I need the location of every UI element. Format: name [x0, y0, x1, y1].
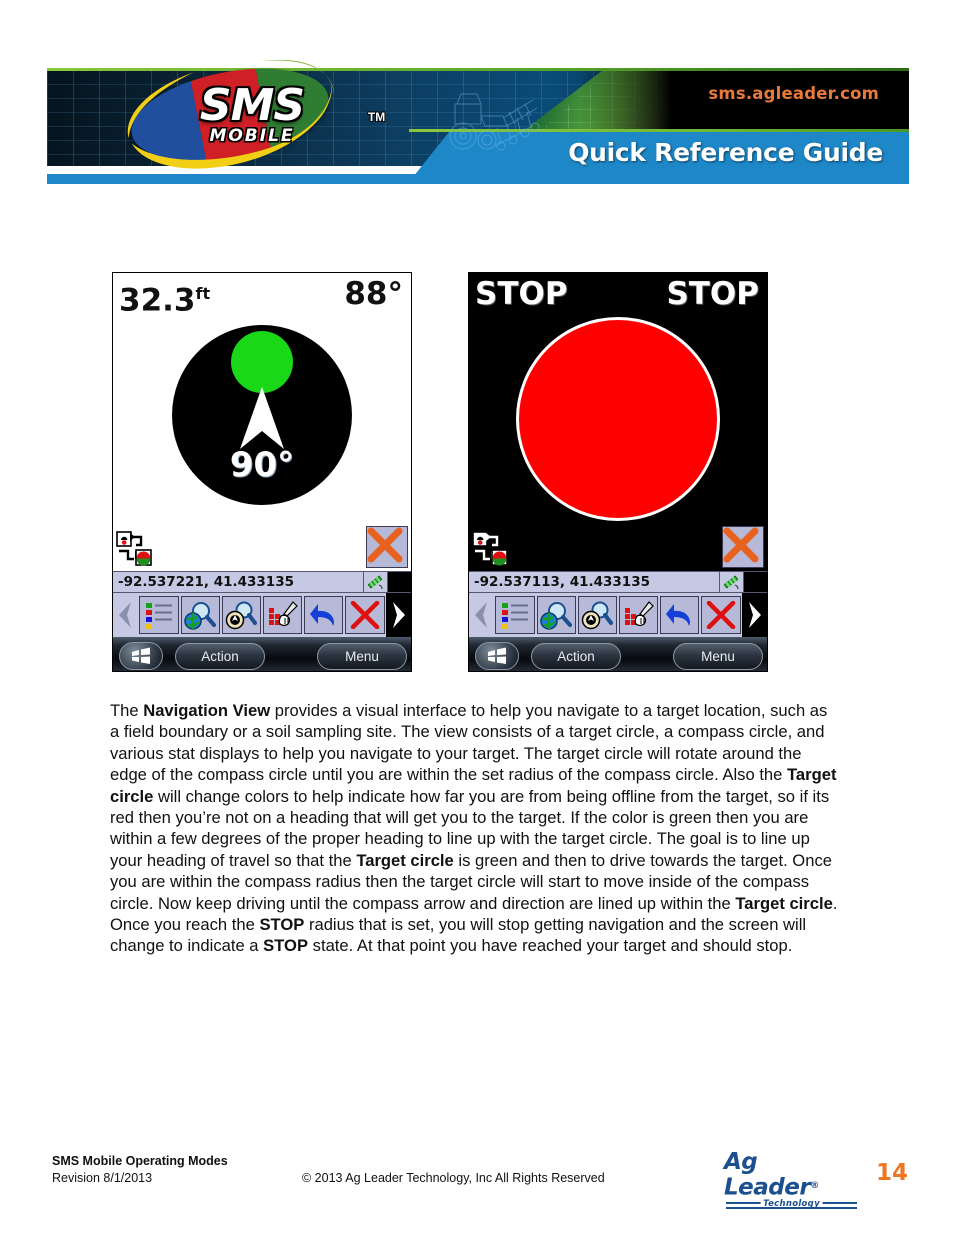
toolbar-prev-button[interactable] [469, 593, 495, 637]
toolbar-undo-button[interactable] [660, 596, 700, 634]
zoom-to-extent-icon [582, 601, 614, 630]
toolbar-next-button[interactable] [741, 593, 767, 637]
hill-shape-icon [391, 581, 408, 588]
legend-list-icon [146, 603, 173, 629]
toolbar-zoom-extent-button[interactable] [221, 596, 261, 634]
gps-coordinates: -92.537221, 41.433135 [118, 574, 294, 590]
legend-list-icon [502, 603, 529, 629]
swap-view-icon[interactable] [472, 531, 508, 567]
footer-document-title: SMS Mobile Operating Modes [52, 1154, 228, 1168]
satellite-icon [367, 575, 383, 590]
device-screenshot-stop: STOP STOP -92.537113, 41.433135 Action M… [468, 272, 768, 672]
page-header: SMS TM MOBILE sms.agleader.com Quick Ref… [47, 53, 909, 184]
header-website-url: sms.agleader.com [708, 84, 879, 103]
manual-point-icon [268, 601, 298, 627]
windows-logo-icon [488, 647, 506, 664]
ag-leader-logo-main: Ag Leader® [724, 1150, 859, 1199]
windows-mobile-taskbar: Action Menu [469, 637, 767, 671]
distance-unit: ft [195, 284, 211, 303]
registered-mark-icon: ® [810, 1181, 819, 1191]
toolbar-zoom-extent-button[interactable] [577, 596, 617, 634]
heading-readout: 90° [229, 445, 295, 485]
chevron-left-icon [119, 602, 132, 628]
bottom-toolbar [469, 593, 767, 637]
stop-readout-left: STOP [475, 276, 568, 312]
stop-target-circle [516, 317, 720, 521]
signal-status-cell[interactable] [743, 572, 767, 592]
logo-swoosh-icon [127, 59, 335, 169]
bottom-toolbar [113, 593, 411, 637]
toolbar-undo-button[interactable] [304, 596, 344, 634]
action-softkey[interactable]: Action [531, 642, 621, 670]
close-red-x-icon [706, 601, 736, 629]
page-footer: SMS Mobile Operating Modes Revision 8/1/… [0, 1150, 954, 1210]
chevron-right-icon [392, 602, 405, 628]
ag-leader-logo: Ag Leader® Technology [724, 1150, 859, 1210]
page-number: 14 [876, 1160, 909, 1186]
sms-mobile-logo: SMS TM MOBILE [102, 53, 385, 177]
undo-icon [665, 604, 690, 626]
description-paragraph: The Navigation View provides a visual in… [110, 701, 838, 956]
signal-status-cell[interactable] [387, 572, 411, 592]
close-screen-button[interactable] [366, 526, 408, 568]
close-red-x-icon [367, 527, 403, 563]
toolbar-legend-button[interactable] [495, 596, 535, 634]
toolbar-manual-point-button[interactable] [263, 596, 303, 634]
toolbar-next-button[interactable] [385, 593, 411, 637]
menu-softkey[interactable]: Menu [673, 642, 763, 670]
toolbar-zoom-world-button[interactable] [180, 596, 220, 634]
toolbar-zoom-world-button[interactable] [536, 596, 576, 634]
gps-status-cell[interactable] [363, 572, 387, 592]
compass-circle: 90° [172, 325, 352, 505]
hill-shape-icon [747, 581, 764, 588]
toolbar-prev-button[interactable] [113, 593, 139, 637]
ag-leader-technology-text: Technology [760, 1199, 823, 1210]
coordinate-bar: -92.537113, 41.433135 [469, 571, 767, 593]
close-screen-button[interactable] [722, 526, 764, 568]
zoom-to-extent-icon [226, 601, 258, 630]
bearing-readout: 88° [344, 276, 403, 312]
ag-leader-wordmark: Ag Leader [724, 1149, 811, 1201]
distance-readout: 32.3ft [119, 282, 211, 319]
manual-point-icon [624, 601, 654, 627]
action-softkey[interactable]: Action [175, 642, 265, 670]
stop-screen: STOP STOP [469, 273, 767, 571]
windows-mobile-taskbar: Action Menu [113, 637, 411, 671]
undo-icon [309, 604, 334, 626]
chevron-right-icon [748, 602, 761, 628]
toolbar-manual-point-button[interactable] [619, 596, 659, 634]
zoom-to-world-icon [184, 602, 217, 630]
menu-softkey[interactable]: Menu [317, 642, 407, 670]
swap-view-icon[interactable] [116, 531, 152, 567]
navigation-screen: 32.3ft 88° 90° [113, 273, 411, 571]
close-red-x-icon [723, 527, 759, 563]
zoom-to-world-icon [540, 602, 573, 630]
footer-copyright: © 2013 Ag Leader Technology, Inc All Rig… [302, 1171, 605, 1185]
windows-logo-icon [132, 647, 150, 664]
footer-revision: Revision 8/1/2013 [52, 1171, 153, 1185]
chevron-left-icon [475, 602, 488, 628]
ag-leader-logo-sub: Technology [724, 1199, 859, 1211]
close-red-x-icon [350, 601, 380, 629]
gps-coordinates: -92.537113, 41.433135 [474, 574, 650, 590]
device-screenshot-navigation: 32.3ft 88° 90° -92.537221, 41.433135 Act… [112, 272, 412, 672]
coordinate-bar: -92.537221, 41.433135 [113, 571, 411, 593]
toolbar-legend-button[interactable] [139, 596, 179, 634]
gps-status-cell[interactable] [719, 572, 743, 592]
target-circle [231, 331, 293, 393]
start-button[interactable] [119, 642, 163, 670]
tractor-planter-icon [449, 93, 540, 151]
satellite-icon [723, 575, 739, 590]
toolbar-close-button[interactable] [701, 596, 741, 634]
start-button[interactable] [475, 642, 519, 670]
toolbar-close-button[interactable] [345, 596, 385, 634]
header-guide-title: Quick Reference Guide [568, 138, 883, 167]
stop-readout-right: STOP [666, 276, 759, 312]
